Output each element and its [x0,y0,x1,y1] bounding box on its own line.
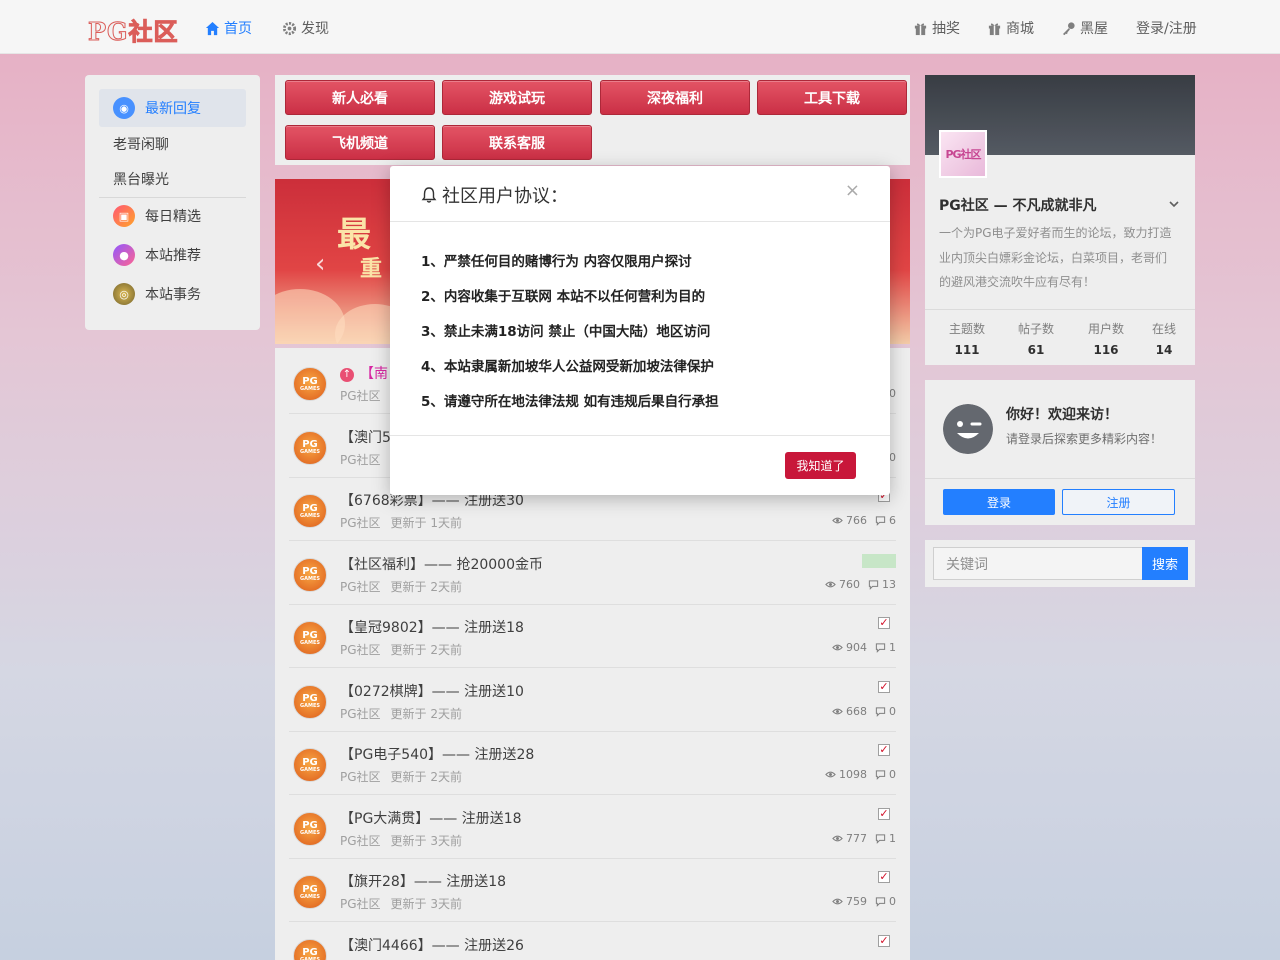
modal-footer-divider [390,435,890,436]
acknowledge-button[interactable]: 我知道了 [785,452,856,479]
rule-item: 2、内容收集于互联网 本站不以任何营利为目的 [421,289,706,305]
close-icon[interactable]: × [845,180,860,201]
bell-icon [421,187,437,203]
rule-item: 1、严禁任何目的赌博行为 内容仅限用户探讨 [421,254,692,270]
rule-item: 5、请遵守所在地法律法规 如有违规后果自行承担 [421,394,719,410]
rule-item: 4、本站隶属新加坡华人公益网受新加坡法律保护 [421,359,714,375]
modal-title-text: 社区用户协议： [442,186,568,207]
rule-item: 3、禁止未满18访问 禁止（中国大陆）地区访问 [421,324,711,340]
agreement-modal: 社区用户协议： × 1、严禁任何目的赌博行为 内容仅限用户探讨 2、内容收集于互… [390,166,890,495]
modal-header: 社区用户协议： × [390,166,890,222]
modal-title: 社区用户协议： [420,182,568,208]
